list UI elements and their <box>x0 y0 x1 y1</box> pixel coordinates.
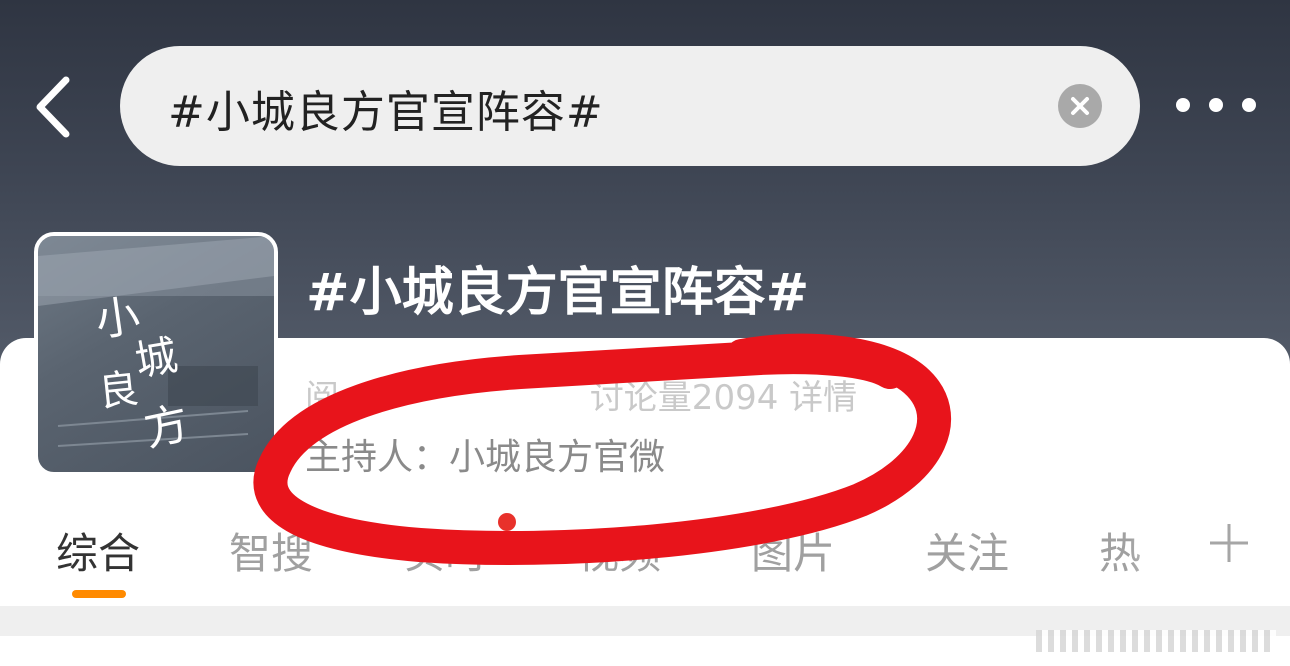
topic-cover-image[interactable]: 小 城 良 方 <box>34 232 278 476</box>
cover-calligraphy-4: 方 <box>140 398 194 457</box>
more-dot <box>1209 98 1223 112</box>
more-options-button[interactable] <box>1176 90 1256 120</box>
tabs-fade-overlay <box>1130 505 1200 585</box>
cover-artwork: 小 城 良 方 <box>38 236 274 457</box>
active-tab-indicator <box>72 590 126 598</box>
host-label: 主持人： <box>305 437 450 478</box>
tab-comprehensive[interactable]: 综合 <box>56 520 140 581</box>
cover-calligraphy-2: 城 <box>131 330 181 386</box>
chevron-left-icon <box>36 76 70 138</box>
tab-following[interactable]: 关注 <box>925 520 1009 581</box>
back-button[interactable] <box>26 72 86 142</box>
stats-discussion: 讨论量2094 <box>589 378 779 418</box>
more-dot <box>1242 98 1256 112</box>
add-tab-button[interactable] <box>1204 518 1254 568</box>
host-name-link[interactable]: 小城良方官微 <box>449 437 665 478</box>
clear-search-button[interactable] <box>1058 84 1102 128</box>
topic-title: #小城良方官宣阵容# <box>306 263 810 323</box>
search-query-text: #小城良方官宣阵容# <box>168 87 604 138</box>
clear-icon <box>1071 97 1089 115</box>
topic-stats: 阅 讨论量2094 详情 <box>305 370 857 419</box>
stats-read-partial: 阅 <box>305 378 339 418</box>
tab-video[interactable]: 视频 <box>577 520 661 581</box>
search-input[interactable]: #小城良方官宣阵容# <box>120 46 1140 166</box>
tab-smart-search[interactable]: 智搜 <box>229 520 313 581</box>
tab-realtime[interactable]: 实时 <box>403 520 487 581</box>
stats-details-link[interactable]: 详情 <box>789 378 857 418</box>
tab-images[interactable]: 图片 <box>751 520 835 581</box>
cover-calligraphy-3: 良 <box>96 366 141 416</box>
topic-host: 主持人：小城良方官微 <box>305 428 665 480</box>
more-horizontal-icon <box>1176 98 1190 112</box>
realtime-notification-dot <box>498 513 516 531</box>
redacted-scribble <box>1036 630 1276 652</box>
plus-icon <box>1210 524 1248 562</box>
